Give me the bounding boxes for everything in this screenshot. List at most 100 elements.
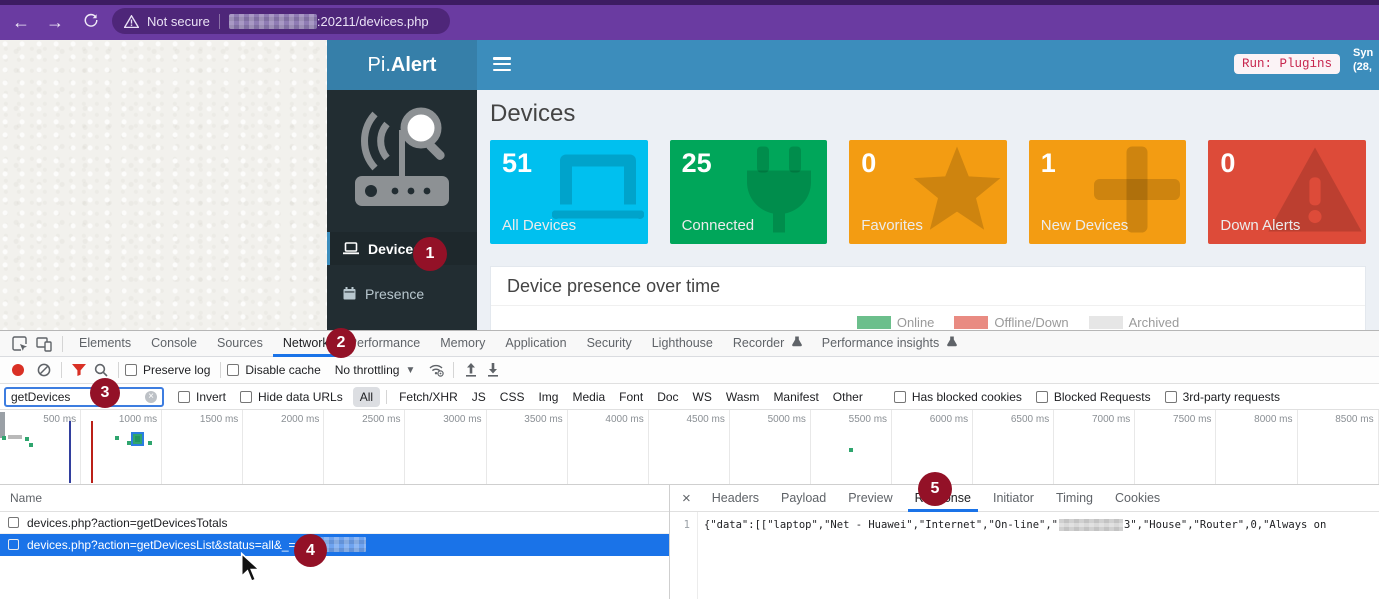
presence-panel-title: Device presence over time	[491, 267, 1365, 306]
filter-input[interactable]: getDevices ×	[4, 387, 164, 407]
run-plugins-button[interactable]: Run: Plugins	[1234, 54, 1340, 74]
experimental-flask-icon	[947, 331, 957, 356]
toolbar-divider	[118, 362, 119, 378]
hide-data-urls-filter[interactable]: Hide data URLs	[240, 390, 343, 404]
timeline-tick-label: 5000 ms	[730, 410, 811, 484]
chevron-down-icon: ▼	[405, 365, 415, 376]
timeline-mark	[25, 437, 29, 441]
detail-tab[interactable]: Initiator	[982, 485, 1045, 512]
extra-filter-checkbox[interactable]	[1165, 391, 1177, 403]
throttling-select[interactable]: No throttling ▼	[335, 363, 416, 377]
extra-filter[interactable]: Has blocked cookies	[894, 390, 1022, 404]
not-secure-label: Not secure	[147, 14, 210, 29]
clear-network-log-icon[interactable]	[33, 359, 55, 381]
clear-filter-icon[interactable]: ×	[145, 391, 157, 403]
devtools-tab-label: Console	[151, 336, 197, 350]
devtools-tab[interactable]: Lighthouse	[642, 331, 723, 357]
hamburger-menu-icon[interactable]	[493, 57, 511, 71]
reload-icon[interactable]	[80, 11, 102, 33]
hide-data-urls-label: Hide data URLs	[258, 390, 343, 404]
devtools-tab[interactable]: Console	[141, 331, 207, 357]
request-type-chip[interactable]: Wasm	[719, 387, 767, 407]
request-type-chip[interactable]: Manifest	[766, 387, 825, 407]
sidebar-item-devices[interactable]: Devices	[327, 232, 477, 265]
desktop-background	[0, 40, 327, 330]
devtools-tab[interactable]: Performance insights	[812, 331, 967, 357]
device-toolbar-icon[interactable]	[32, 332, 56, 356]
timeline-tick-label: 6500 ms	[973, 410, 1054, 484]
extra-filter[interactable]: 3rd-party requests	[1165, 390, 1280, 404]
timeline-mark	[115, 436, 119, 440]
app-logo[interactable]: Pi.Alert	[327, 40, 477, 90]
url-path: :20211/devices.php	[317, 14, 429, 29]
legend-label: Archived	[1129, 315, 1180, 330]
request-checkbox[interactable]	[8, 517, 19, 528]
detail-tab[interactable]: Timing	[1045, 485, 1104, 512]
detail-tab[interactable]: Cookies	[1104, 485, 1171, 512]
request-type-chip[interactable]: JS	[465, 387, 493, 407]
line-number-gutter: 1	[670, 512, 698, 599]
timeline-tick-label: 3500 ms	[487, 410, 568, 484]
mouse-cursor-icon	[240, 552, 261, 589]
card-all-devices[interactable]: 51 All Devices	[490, 140, 648, 244]
detail-tab[interactable]: Preview	[837, 485, 903, 512]
devtools-tab-label: Memory	[440, 336, 485, 350]
request-row[interactable]: devices.php?action=getDevicesList&status…	[0, 534, 669, 556]
network-filter-row: getDevices × Invert Hide data URLs All F…	[0, 384, 1379, 410]
hide-data-urls-checkbox[interactable]	[240, 391, 252, 403]
devtools-tab[interactable]: Sources	[207, 331, 273, 357]
page-title: Devices	[490, 100, 1366, 128]
back-icon[interactable]: ←	[10, 11, 32, 33]
legend-swatch	[1089, 316, 1123, 329]
timeline-mark	[8, 435, 22, 439]
card-favorites[interactable]: 0 Favorites	[849, 140, 1007, 244]
devtools-tab[interactable]: Application	[495, 331, 576, 357]
request-type-chip[interactable]: CSS	[493, 387, 532, 407]
card-label: New Devices	[1041, 217, 1129, 234]
address-bar[interactable]: Not secure :20211/devices.php	[112, 8, 450, 34]
detail-tab[interactable]: Headers	[701, 485, 770, 512]
request-type-chip[interactable]: WS	[686, 387, 719, 407]
request-checkbox[interactable]	[8, 539, 19, 550]
main-content: Devices 51 All Devices 25 Co	[477, 90, 1379, 330]
devtools-tab[interactable]: Memory	[430, 331, 495, 357]
network-overview-timeline[interactable]: 500 ms 1000 ms 1500 ms 2000 ms 2500 ms 3…	[0, 410, 1379, 485]
inspect-element-icon[interactable]	[8, 332, 32, 356]
card-connected[interactable]: 25 Connected	[670, 140, 828, 244]
timeline-tick-label: 7500 ms	[1135, 410, 1216, 484]
invert-checkbox[interactable]	[178, 391, 190, 403]
extra-filter-checkbox[interactable]	[894, 391, 906, 403]
sidebar-item-presence[interactable]: Presence	[327, 277, 477, 310]
request-type-chip[interactable]: Media	[565, 387, 612, 407]
request-type-chip[interactable]: Fetch/XHR	[392, 387, 465, 407]
request-type-chip[interactable]: Font	[612, 387, 650, 407]
request-type-chip[interactable]: All	[353, 387, 380, 407]
redacted-ip	[1059, 519, 1123, 531]
filter-icon[interactable]	[68, 359, 90, 381]
timeline-tick-label: 1500 ms	[162, 410, 243, 484]
card-new-devices[interactable]: 1 New Devices	[1029, 140, 1187, 244]
request-row[interactable]: devices.php?action=getDevicesTotals	[0, 512, 669, 534]
invert-filter[interactable]: Invert	[178, 390, 226, 404]
disable-cache-checkbox[interactable]	[227, 364, 239, 376]
preserve-log-checkbox[interactable]	[125, 364, 137, 376]
devtools-tab[interactable]: Security	[577, 331, 642, 357]
close-icon[interactable]: ×	[670, 490, 701, 507]
detail-tab[interactable]: Payload	[770, 485, 837, 512]
extra-filter-checkbox[interactable]	[1036, 391, 1048, 403]
extra-filter-label: Has blocked cookies	[912, 390, 1022, 404]
record-network-log-icon[interactable]	[12, 364, 24, 376]
card-down-alerts[interactable]: 0 Down Alerts	[1208, 140, 1366, 244]
request-type-chip[interactable]: Doc	[650, 387, 685, 407]
import-har-icon[interactable]	[460, 359, 482, 381]
annotation-step-badge: 3	[90, 378, 120, 408]
request-type-chip[interactable]: Img	[531, 387, 565, 407]
devtools-tab-label: Application	[505, 336, 566, 350]
network-conditions-icon[interactable]	[425, 359, 447, 381]
export-har-icon[interactable]	[482, 359, 504, 381]
extra-filter[interactable]: Blocked Requests	[1036, 390, 1151, 404]
forward-icon[interactable]: →	[44, 11, 66, 33]
devtools-tab[interactable]: Elements	[69, 331, 141, 357]
request-type-chip[interactable]: Other	[826, 387, 870, 407]
devtools-tab[interactable]: Recorder	[723, 331, 812, 357]
